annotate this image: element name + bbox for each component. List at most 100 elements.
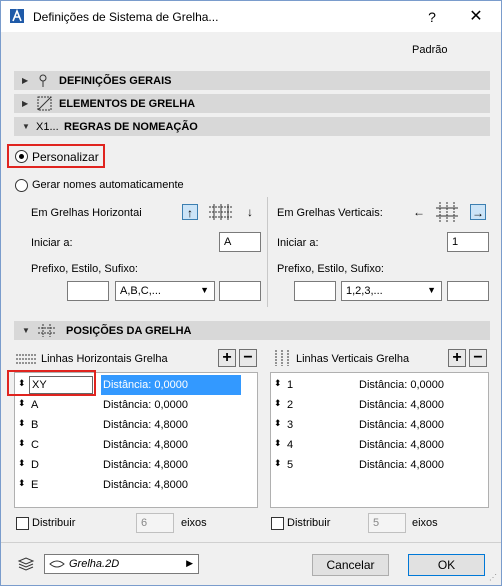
row-distance: Distância: 4,8000 (103, 419, 188, 431)
add-vertical-line-button[interactable]: + (448, 349, 466, 367)
drag-handle-icon[interactable]: ⬍ (18, 418, 26, 429)
vertical-grids-label: Em Grelhas Verticais: (277, 207, 383, 219)
remove-horizontal-line-button[interactable]: − (239, 349, 257, 367)
drag-handle-icon[interactable]: ⬍ (18, 398, 26, 409)
vertical-prefix-label: Prefixo, Estilo, Sufixo: (277, 263, 384, 275)
close-button[interactable]: ✕ (466, 7, 486, 27)
horizontal-grids-label: Em Grelhas Horizontai (31, 207, 142, 219)
table-row[interactable]: ⬍ 2 Distância: 4,8000 (271, 395, 488, 415)
footer-divider (1, 542, 501, 543)
horizontal-distribute-checkbox[interactable] (16, 517, 29, 530)
horizontal-prefix-input[interactable] (67, 281, 109, 301)
right-arrow-button[interactable]: → (470, 204, 486, 220)
row-name: D (31, 459, 39, 471)
vertical-lines-title: Linhas Verticais Grelha (296, 353, 410, 365)
horizontal-distribute-label[interactable]: Distribuir (32, 517, 75, 529)
grid-element-icon (37, 96, 52, 111)
drag-handle-icon[interactable]: ⬍ (274, 438, 282, 449)
column-divider (267, 197, 268, 307)
row-distance: Distância: 4,8000 (103, 479, 188, 491)
section-positions-header[interactable]: ▼ POSIÇÕES DA GRELHA (14, 321, 490, 340)
dialog-window: Definições de Sistema de Grelha... ? ✕ P… (0, 0, 502, 586)
horizontal-style-value: A,B,C,... (120, 285, 161, 297)
vertical-style-value: 1,2,3,... (346, 285, 383, 297)
horizontal-lines-title: Linhas Horizontais Grelha (41, 353, 168, 365)
up-arrow-button[interactable]: ↑ (182, 204, 198, 220)
help-button[interactable]: ? (422, 7, 442, 27)
layers-icon (17, 557, 35, 571)
table-row[interactable]: ⬍ D Distância: 4,8000 (15, 455, 257, 475)
drag-handle-icon[interactable]: ⬍ (274, 378, 282, 389)
row-distance: Distância: 4,8000 (359, 419, 444, 431)
drag-handle-icon[interactable]: ⬍ (274, 398, 282, 409)
table-row[interactable]: ⬍ E Distância: 4,8000 (15, 475, 257, 495)
chevron-right-icon: ▶ (186, 558, 193, 568)
vertical-axes-count-input[interactable]: 5 (368, 513, 406, 533)
cancel-button[interactable]: Cancelar (312, 554, 389, 576)
table-row[interactable]: ⬍ 3 Distância: 4,8000 (271, 415, 488, 435)
row-distance: Distância: 4,8000 (103, 439, 188, 451)
resize-grip-icon[interactable]: ⋰ (489, 573, 497, 582)
chevron-down-icon: ▼ (200, 285, 209, 295)
section-general-header[interactable]: ▶ DEFINIÇÕES GERAIS (14, 71, 490, 90)
section-naming-header[interactable]: ▼ X1... REGRAS DE NOMEAÇÃO (14, 117, 490, 136)
horizontal-lines-icon (16, 354, 36, 364)
table-row[interactable]: ⬍ 1 Distância: 0,0000 (271, 375, 488, 395)
horizontal-axes-count-input[interactable]: 6 (136, 513, 174, 533)
layer-value: Grelha.2D (69, 558, 120, 570)
chevron-down-icon: ▼ (427, 285, 436, 295)
auto-radio[interactable] (15, 179, 28, 192)
window-title: Definições de Sistema de Grelha... (33, 10, 219, 24)
remove-vertical-line-button[interactable]: − (469, 349, 487, 367)
pin-icon (39, 74, 47, 87)
vertical-style-dropdown[interactable]: 1,2,3,... ▼ (341, 281, 442, 301)
horizontal-prefix-label: Prefixo, Estilo, Sufixo: (31, 263, 138, 275)
row-distance: Distância: 0,0000 (103, 399, 188, 411)
table-row[interactable]: ⬍ C Distância: 4,8000 (15, 435, 257, 455)
section-positions-label: POSIÇÕES DA GRELHA (66, 325, 192, 337)
row-distance: Distância: 4,8000 (359, 439, 444, 451)
archicad-app-icon (10, 9, 24, 23)
ok-button[interactable]: OK (408, 554, 485, 576)
vertical-prefix-input[interactable] (294, 281, 336, 301)
row-name: C (31, 439, 39, 451)
custom-radio[interactable] (15, 150, 28, 163)
drag-handle-icon[interactable]: ⬍ (18, 438, 26, 449)
preset-name[interactable]: Padrão (412, 44, 447, 56)
vertical-suffix-input[interactable] (447, 281, 489, 301)
drag-handle-icon[interactable]: ⬍ (18, 478, 26, 489)
row-name: 1 (287, 379, 294, 391)
left-arrow-button[interactable]: ← (411, 204, 427, 220)
table-row[interactable]: ⬍ A Distância: 0,0000 (15, 395, 257, 415)
grid-positions-icon (38, 324, 56, 337)
vertical-distribute-label[interactable]: Distribuir (287, 517, 330, 529)
layer-dropdown[interactable]: Grelha.2D ▶ (44, 554, 199, 574)
row-name: B (31, 419, 39, 431)
drag-handle-icon[interactable]: ⬍ (274, 458, 282, 469)
horizontal-style-dropdown[interactable]: A,B,C,... ▼ (115, 281, 215, 301)
vertical-grid-icon (436, 202, 458, 222)
table-row[interactable]: ⬍ 4 Distância: 4,8000 (271, 435, 488, 455)
add-horizontal-line-button[interactable]: + (218, 349, 236, 367)
row-name: 2 (287, 399, 294, 411)
horizontal-axes-label: eixos (181, 517, 207, 529)
expand-arrow-icon: ▶ (22, 76, 29, 85)
table-row[interactable]: ⬍ B Distância: 4,8000 (15, 415, 257, 435)
vertical-start-input[interactable]: 1 (447, 232, 489, 252)
collapse-arrow-icon: ▼ (22, 122, 30, 131)
row-distance: Distância: 0,0000 (359, 379, 444, 391)
drag-handle-icon[interactable]: ⬍ (18, 458, 26, 469)
custom-radio-label[interactable]: Personalizar (32, 150, 99, 164)
drag-handle-icon[interactable]: ⬍ (274, 418, 282, 429)
section-elements-header[interactable]: ▶ ELEMENTOS DE GRELHA (14, 94, 490, 113)
horizontal-suffix-input[interactable] (219, 281, 261, 301)
vertical-lines-list[interactable]: ⬍ 1 Distância: 0,0000 ⬍ 2 Distância: 4,8… (270, 372, 489, 508)
vertical-distribute-checkbox[interactable] (271, 517, 284, 530)
row-name: E (31, 479, 39, 491)
auto-radio-label[interactable]: Gerar nomes automaticamente (32, 179, 184, 191)
row-name: 5 (287, 459, 294, 471)
table-row[interactable]: ⬍ 5 Distância: 4,8000 (271, 455, 488, 475)
down-arrow-button[interactable]: ↓ (242, 204, 258, 220)
horizontal-start-input[interactable]: A (219, 232, 261, 252)
naming-icon: X1... (36, 121, 59, 133)
